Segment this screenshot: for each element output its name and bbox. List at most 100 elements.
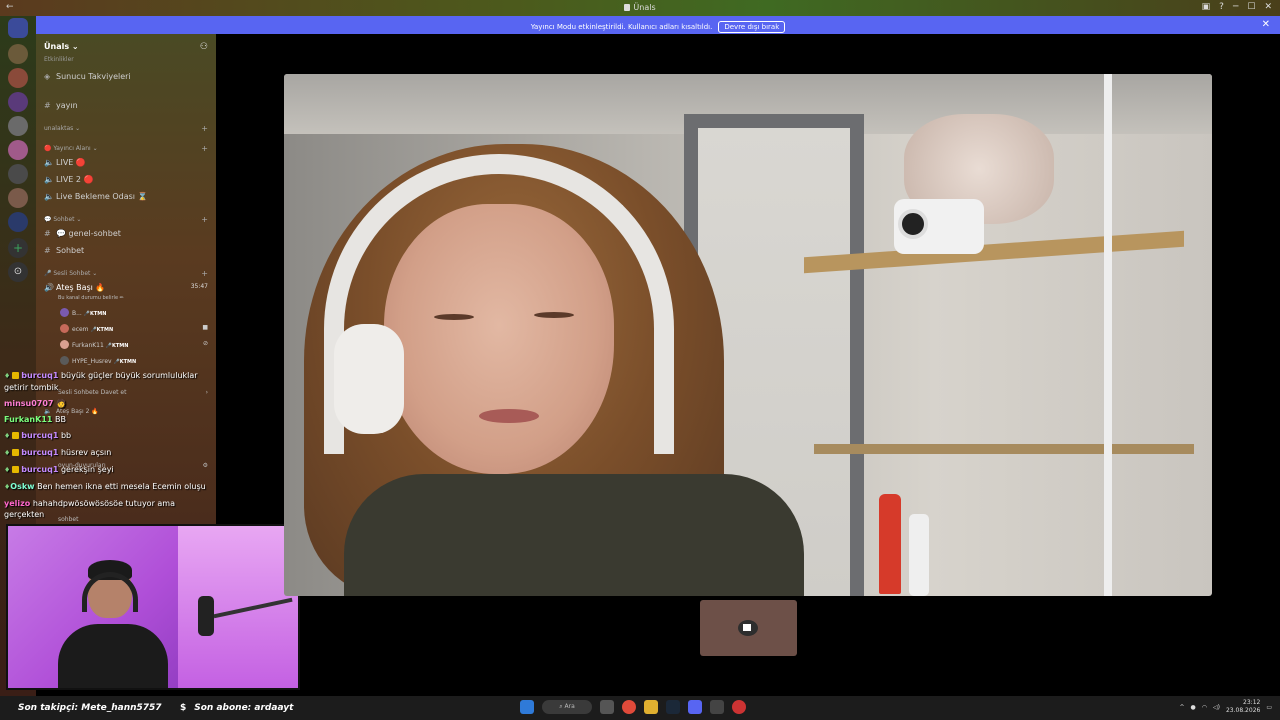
app-icon[interactable] [732,700,746,714]
speaker-icon: 🔈 [44,158,54,167]
minimize-button[interactable]: ─ [1233,2,1238,12]
server-icon[interactable] [8,44,28,64]
chat-message: ♦ burcuq1 bb [4,430,214,442]
chat-username: burcuq1 [21,465,59,474]
voice-channel-ates-basi[interactable]: 🔊 Ateş Başı 🔥 35:47 [44,283,208,292]
banner-close-icon[interactable]: ✕ [1262,19,1270,30]
server-icon[interactable] [8,212,28,232]
voice-member[interactable]: HYPE_Husrev 🎤KTMN [60,356,208,365]
member-tag: 🎤KTMN [90,327,114,333]
category-sesli-sohbet[interactable]: 🎤 Sesli Sohbet ⌄ + [44,269,208,278]
channel-sohbet[interactable]: # Sohbet [44,246,208,255]
add-channel-icon[interactable]: + [201,144,208,153]
server-icon[interactable] [8,92,28,112]
chrome-icon[interactable] [622,700,636,714]
discover-icon[interactable]: ⊙ [8,262,28,282]
volume-icon[interactable]: ◁) [1213,704,1220,711]
voice-member[interactable]: FurkanK11 🎤KTMN ⊘ [60,340,208,349]
chat-text: 🧑 [56,399,67,408]
close-button[interactable]: ✕ [1264,2,1272,12]
server-icon[interactable] [8,188,28,208]
chat-message: ♦ burcuq1 gerekşin şeyi [4,464,214,476]
folder-icon[interactable] [644,700,658,714]
add-channel-icon[interactable]: + [201,215,208,224]
obs-icon[interactable] [710,700,724,714]
add-channel-icon[interactable]: + [201,269,208,278]
home-button[interactable] [8,18,28,38]
title-bar: ← Ünals ▣ ? ─ ☐ ✕ [0,0,1280,16]
chat-text: hüsrev açsın [60,448,112,457]
discord-icon[interactable] [688,700,702,714]
chevron-up-icon[interactable]: ^ [1179,704,1184,711]
speaker-icon: 🔈 [44,175,54,184]
sub-badge-icon [12,432,20,439]
self-camera-tile[interactable] [700,600,797,656]
add-server-icon[interactable]: + [8,238,28,258]
start-icon[interactable] [520,700,534,714]
video-shelf-post [1104,74,1112,596]
voice-channel-live[interactable]: 🔈 LIVE 🔴 [44,158,208,167]
boost-icon: ◈ [44,72,51,81]
server-icon[interactable] [8,116,28,136]
add-channel-icon[interactable]: + [201,124,208,133]
channel-label: LIVE 🔴 [56,158,86,167]
channel-label: Sohbet [56,246,85,255]
steam-icon[interactable] [666,700,680,714]
add-member-icon[interactable]: ⚇ [200,42,208,52]
streamer-webcam [6,524,300,690]
video-projector [894,199,984,254]
avatar [60,340,69,349]
chat-text: hahahdpwösöwösösöe tutuyor ama gerçekten [4,499,175,519]
server-icon[interactable] [8,164,28,184]
category-sohbet[interactable]: 💬 Sohbet ⌄ + [44,215,208,224]
member-name: B... [72,310,82,317]
notification-icon[interactable]: ▭ [1266,704,1272,711]
member-name: FurkanK11 [72,342,104,349]
inbox-icon[interactable]: ▣ [1202,2,1211,12]
chat-username: Oskw [10,482,35,491]
channel-status[interactable]: Bu kanal durumu belirle ✏ [58,295,208,301]
headphone-cup [334,324,404,434]
channel-label: Ateş Başı 🔥 [56,283,106,292]
voice-channel-live-wait[interactable]: 🔈 Live Bekleme Odası ⌛ [44,192,208,201]
last-subscriber: $ Son abone: ardaayt [180,703,293,713]
muted-icon: ⊘ [202,340,208,347]
taskbar-search[interactable]: ⌕ Ara [542,700,592,714]
mic-icon[interactable]: ● [1191,704,1196,711]
main-video-feed[interactable] [284,74,1212,596]
channel-boosts[interactable]: ◈ Sunucu Takviyeleri [44,72,208,81]
maximize-button[interactable]: ☐ [1247,2,1255,12]
chat-text: gerekşin şeyi [60,465,114,474]
disable-streamer-mode-button[interactable]: Devre dışı bırak [718,21,786,33]
chat-username: FurkanK11 [4,415,53,424]
voice-member[interactable]: B... 🎤KTMN [60,308,208,317]
clock[interactable]: 23:12 23.08.2026 [1226,699,1260,715]
category-unalaktas[interactable]: unalaktas ⌄ + [44,124,208,133]
voice-channel-live-2[interactable]: 🔈 LIVE 2 🔴 [44,175,208,184]
server-icon[interactable] [8,68,28,88]
chat-message: yelizo hahahdpwösöwösösöe tutuyor ama ge… [4,498,214,520]
video-bottle [879,494,901,594]
speaker-icon: 🔈 [44,192,54,201]
category-yayinci-alani[interactable]: 🔴 Yayıncı Alanı ⌄ + [44,144,208,153]
help-icon[interactable]: ? [1219,2,1224,12]
task-view-icon[interactable] [600,700,614,714]
avatar [60,356,69,365]
dollar-icon: $ [180,703,187,713]
clock-date: 23.08.2026 [1225,707,1261,714]
channel-yayin[interactable]: # yayın [44,101,208,110]
channel-events[interactable]: Etkinlikler [44,56,208,63]
wifi-icon[interactable]: ◠ [1202,704,1207,711]
search-label: Ara [564,703,575,710]
guild-name[interactable]: Ünals ⌄ [44,42,79,51]
channel-genel-sohbet[interactable]: # 💬 genel-sohbet [44,229,208,238]
streamer-body [58,624,168,688]
chat-message: ♦ burcuq1 büyük güçler büyük sorumlulukla… [4,370,214,393]
channel-label: LIVE 2 🔴 [56,175,94,184]
chat-username: minsu0707 [4,399,54,408]
member-tag: 🎤KTMN [113,359,137,365]
mod-icon: ♦ [4,449,11,457]
voice-member[interactable]: ecem 🎤KTMN ■ [60,324,208,333]
last-follower: Son takipçi: Mete_hann5757 [18,703,162,713]
server-icon[interactable] [8,140,28,160]
